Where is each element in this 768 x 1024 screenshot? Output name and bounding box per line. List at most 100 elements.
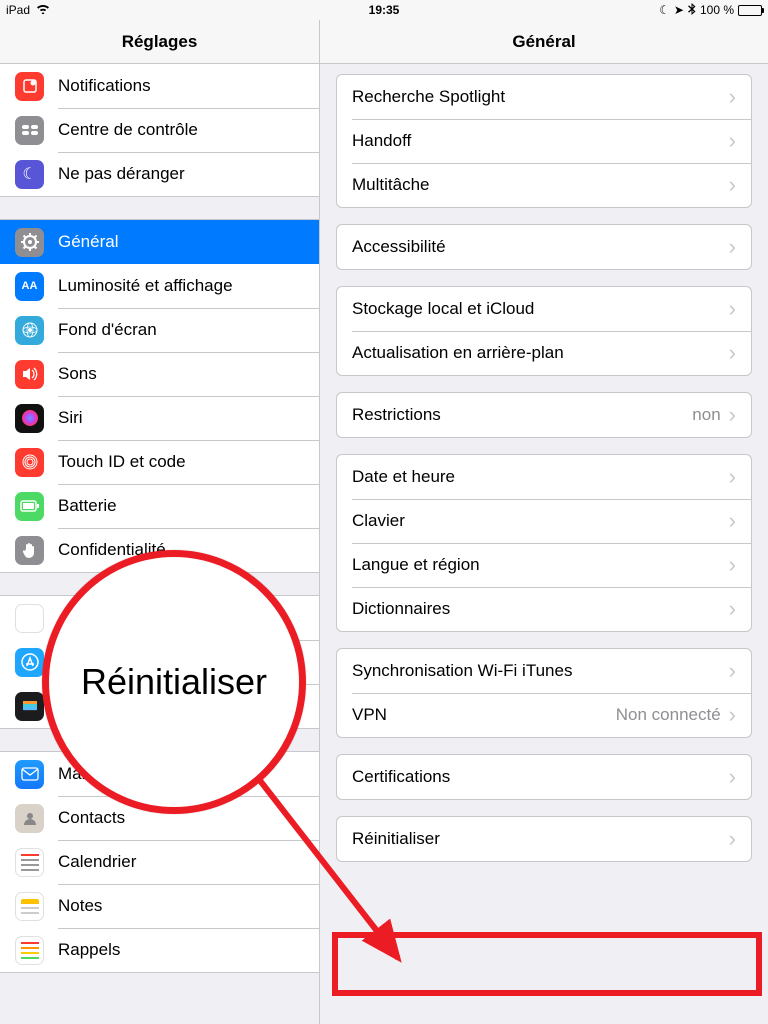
settings-sidebar: Réglages Notifications Centre de contrôl… [0, 20, 320, 1024]
detail-item-background-refresh[interactable]: Actualisation en arrière-plan› [337, 331, 751, 375]
chevron-right-icon: › [729, 828, 736, 850]
location-icon: ➤ [674, 3, 684, 17]
detail-group: Date et heure› Clavier› Langue et région… [336, 454, 752, 632]
sidebar-item-label: Siri [58, 408, 304, 428]
clock: 19:35 [369, 3, 400, 17]
control-center-icon [15, 116, 44, 145]
detail-item-value: non [692, 405, 720, 425]
detail-group: Stockage local et iCloud› Actualisation … [336, 286, 752, 376]
sidebar-item-general[interactable]: Général [0, 220, 319, 264]
sidebar-item-battery[interactable]: Batterie [0, 484, 319, 528]
bluetooth-icon [688, 3, 696, 18]
chevron-right-icon: › [729, 660, 736, 682]
detail-item-dictionaries[interactable]: Dictionnaires› [337, 587, 751, 631]
detail-item-certifications[interactable]: Certifications› [337, 755, 751, 799]
sidebar-item-touchid[interactable]: Touch ID et code [0, 440, 319, 484]
sidebar-item-siri[interactable]: Siri [0, 396, 319, 440]
detail-item-label: Stockage local et iCloud [352, 299, 729, 319]
sidebar-item-label: Fond d'écran [58, 320, 304, 340]
sidebar-title: Réglages [122, 32, 198, 52]
detail-item-storage[interactable]: Stockage local et iCloud› [337, 287, 751, 331]
annotation-zoom-circle: Réinitialiser [42, 550, 306, 814]
status-bar: iPad 19:35 ☾ ➤ 100 % [0, 0, 768, 20]
sidebar-item-sounds[interactable]: Sons [0, 352, 319, 396]
detail-item-label: Recherche Spotlight [352, 87, 729, 107]
display-icon: AA [15, 272, 44, 301]
detail-item-label: Multitâche [352, 175, 729, 195]
chevron-right-icon: › [729, 86, 736, 108]
sidebar-item-notes[interactable]: Notes [0, 884, 319, 928]
sidebar-item-reminders[interactable]: Rappels [0, 928, 319, 972]
chevron-right-icon: › [729, 130, 736, 152]
detail-group: Accessibilité› [336, 224, 752, 270]
detail-item-label: Synchronisation Wi-Fi iTunes [352, 661, 729, 681]
wallpaper-icon [15, 316, 44, 345]
sidebar-item-notifications[interactable]: Notifications [0, 64, 319, 108]
sidebar-item-label: Général [58, 232, 304, 252]
detail-item-label: Clavier [352, 511, 729, 531]
detail-group: Recherche Spotlight› Handoff› Multitâche… [336, 74, 752, 208]
sidebar-item-wallpaper[interactable]: Fond d'écran [0, 308, 319, 352]
device-label: iPad [6, 3, 30, 17]
sidebar-item-calendar[interactable]: Calendrier [0, 840, 319, 884]
detail-item-handoff[interactable]: Handoff› [337, 119, 751, 163]
sidebar-item-label: Luminosité et affichage [58, 276, 304, 296]
detail-item-label: Handoff [352, 131, 729, 151]
detail-item-itunes-wifi[interactable]: Synchronisation Wi-Fi iTunes› [337, 649, 751, 693]
detail-group: Synchronisation Wi-Fi iTunes› VPNNon con… [336, 648, 752, 738]
chevron-right-icon: › [729, 704, 736, 726]
sidebar-item-dnd[interactable]: ☾ Ne pas déranger [0, 152, 319, 196]
detail-item-datetime[interactable]: Date et heure› [337, 455, 751, 499]
mail-icon [15, 760, 44, 789]
detail-item-vpn[interactable]: VPNNon connecté › [337, 693, 751, 737]
sidebar-group: Général AA Luminosité et affichage Fond … [0, 219, 319, 573]
detail-item-label: Dictionnaires [352, 599, 729, 619]
wifi-icon [36, 3, 50, 17]
detail-item-spotlight[interactable]: Recherche Spotlight› [337, 75, 751, 119]
hand-icon [15, 536, 44, 565]
notes-icon [15, 892, 44, 921]
detail-item-label: Actualisation en arrière-plan [352, 343, 729, 363]
chevron-right-icon: › [729, 298, 736, 320]
battery-icon [738, 5, 762, 16]
detail-item-restrictions[interactable]: Restrictionsnon› [337, 393, 751, 437]
sidebar-item-label: Centre de contrôle [58, 120, 304, 140]
gear-icon [15, 228, 44, 257]
sidebar-item-control-center[interactable]: Centre de contrôle [0, 108, 319, 152]
battery-icon [15, 492, 44, 521]
detail-item-label: Réinitialiser [352, 829, 729, 849]
sidebar-item-label: Touch ID et code [58, 452, 304, 472]
detail-header: Général [320, 20, 768, 64]
calendar-icon [15, 848, 44, 877]
detail-item-label: VPN [352, 705, 616, 725]
detail-item-language[interactable]: Langue et région› [337, 543, 751, 587]
sidebar-item-label: Rappels [58, 940, 304, 960]
annotation-highlight-rect [332, 932, 762, 996]
detail-group: Certifications› [336, 754, 752, 800]
detail-group: Réinitialiser› [336, 816, 752, 862]
detail-item-multitask[interactable]: Multitâche› [337, 163, 751, 207]
detail-title: Général [512, 32, 575, 52]
cloud-icon: ☁︎ [15, 604, 44, 633]
chevron-right-icon: › [729, 598, 736, 620]
sidebar-item-label: Notifications [58, 76, 304, 96]
notifications-icon [15, 72, 44, 101]
detail-item-reset[interactable]: Réinitialiser› [337, 817, 751, 861]
siri-icon [15, 404, 44, 433]
detail-item-keyboard[interactable]: Clavier› [337, 499, 751, 543]
detail-item-label: Certifications [352, 767, 729, 787]
chevron-right-icon: › [729, 404, 736, 426]
detail-item-label: Langue et région [352, 555, 729, 575]
sidebar-header: Réglages [0, 20, 319, 64]
sidebar-item-label: Sons [58, 364, 304, 384]
detail-item-accessibility[interactable]: Accessibilité› [337, 225, 751, 269]
detail-item-value: Non connecté [616, 705, 721, 725]
sidebar-item-display[interactable]: AA Luminosité et affichage [0, 264, 319, 308]
detail-item-label: Accessibilité [352, 237, 729, 257]
wallet-icon [15, 692, 44, 721]
sidebar-item-label: Calendrier [58, 852, 304, 872]
speaker-icon [15, 360, 44, 389]
sidebar-item-label: Notes [58, 896, 304, 916]
chevron-right-icon: › [729, 236, 736, 258]
chevron-right-icon: › [729, 466, 736, 488]
